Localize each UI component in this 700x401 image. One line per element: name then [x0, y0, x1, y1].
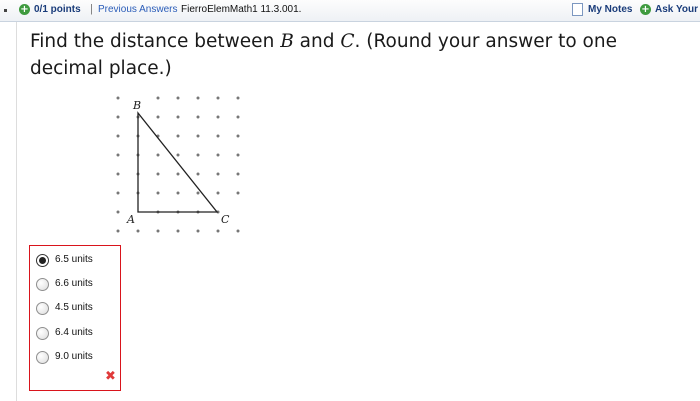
grid-dot	[216, 191, 220, 195]
grid-dot	[156, 191, 160, 195]
triangle-abc	[137, 111, 219, 213]
ask-your-link[interactable]: Ask Your	[655, 4, 698, 15]
top-bar: + 0/1 points | Previous Answers FierroEl…	[0, 0, 700, 22]
grid-dot	[156, 115, 160, 119]
grid-dot	[116, 229, 120, 233]
grid-dot	[176, 153, 180, 157]
grid-dot	[176, 172, 180, 176]
grid-dot	[176, 229, 180, 233]
grid-dot	[236, 191, 240, 195]
choice-label: 9.0 units	[55, 351, 93, 362]
notes-icon[interactable]	[572, 3, 583, 16]
point-b-label: B	[280, 31, 294, 52]
grid-dot	[196, 96, 200, 100]
previous-answers-link[interactable]: Previous Answers	[98, 4, 177, 15]
grid-dot	[196, 172, 200, 176]
radio-selected[interactable]	[36, 254, 49, 267]
grid-dot	[236, 172, 240, 176]
choice-label: 6.6 units	[55, 278, 93, 289]
grid-dot	[196, 134, 200, 138]
grid-dot	[176, 191, 180, 195]
grid-dot	[156, 229, 160, 233]
grid-dot	[176, 134, 180, 138]
radio-button[interactable]	[36, 327, 49, 340]
grid-dot	[236, 115, 240, 119]
grid-dot	[176, 115, 180, 119]
grid-dot	[216, 134, 220, 138]
choice-label: 6.4 units	[55, 327, 93, 338]
x-mark-icon: ✖	[105, 369, 116, 384]
grid-dot	[196, 153, 200, 157]
grid-dot	[156, 153, 160, 157]
grid-dot	[156, 96, 160, 100]
grid-dot	[196, 229, 200, 233]
ask-plus-icon[interactable]: +	[640, 4, 651, 15]
grid-dot	[156, 172, 160, 176]
expand-plus-icon[interactable]: +	[19, 4, 30, 15]
problem-reference: FierroElemMath1 11.3.001.	[181, 4, 302, 15]
grid-dot	[116, 153, 120, 157]
grid-dot	[196, 191, 200, 195]
grid-dot	[116, 115, 120, 119]
vertex-a-label: A	[126, 213, 135, 226]
grid-dot	[236, 134, 240, 138]
grid-dot	[236, 96, 240, 100]
vertex-c-label: C	[221, 213, 230, 226]
point-c-label: C	[340, 31, 355, 52]
grid-dot	[236, 229, 240, 233]
left-divider	[16, 22, 17, 401]
grid-dot	[116, 96, 120, 100]
points-label: 0/1 points	[34, 4, 81, 15]
grid-dot	[116, 191, 120, 195]
grid-dot	[136, 229, 140, 233]
grid-dot	[216, 115, 220, 119]
grid-dot	[196, 115, 200, 119]
grid-dot	[216, 172, 220, 176]
bullet-dot	[4, 9, 7, 12]
radio-button[interactable]	[36, 278, 49, 291]
radio-button[interactable]	[36, 302, 49, 315]
my-notes-link[interactable]: My Notes	[588, 4, 632, 15]
separator: |	[90, 3, 93, 15]
grid-dot	[236, 153, 240, 157]
grid-dot	[116, 134, 120, 138]
grid-dot	[216, 96, 220, 100]
grid-dot	[176, 96, 180, 100]
radio-button[interactable]	[36, 351, 49, 364]
answer-choices: 6.5 units 6.6 units 4.5 units 6.4 units …	[29, 245, 121, 391]
question-text: Find the distance between B and C. (Roun…	[30, 31, 617, 79]
choice-label: 4.5 units	[55, 302, 93, 313]
grid-dot	[116, 172, 120, 176]
grid-dot	[116, 210, 120, 214]
geoboard-figure: B A C	[116, 96, 240, 233]
vertex-b-label: B	[132, 99, 141, 112]
grid-dot	[216, 153, 220, 157]
choice-label: 6.5 units	[55, 254, 93, 265]
grid-dot	[216, 229, 220, 233]
